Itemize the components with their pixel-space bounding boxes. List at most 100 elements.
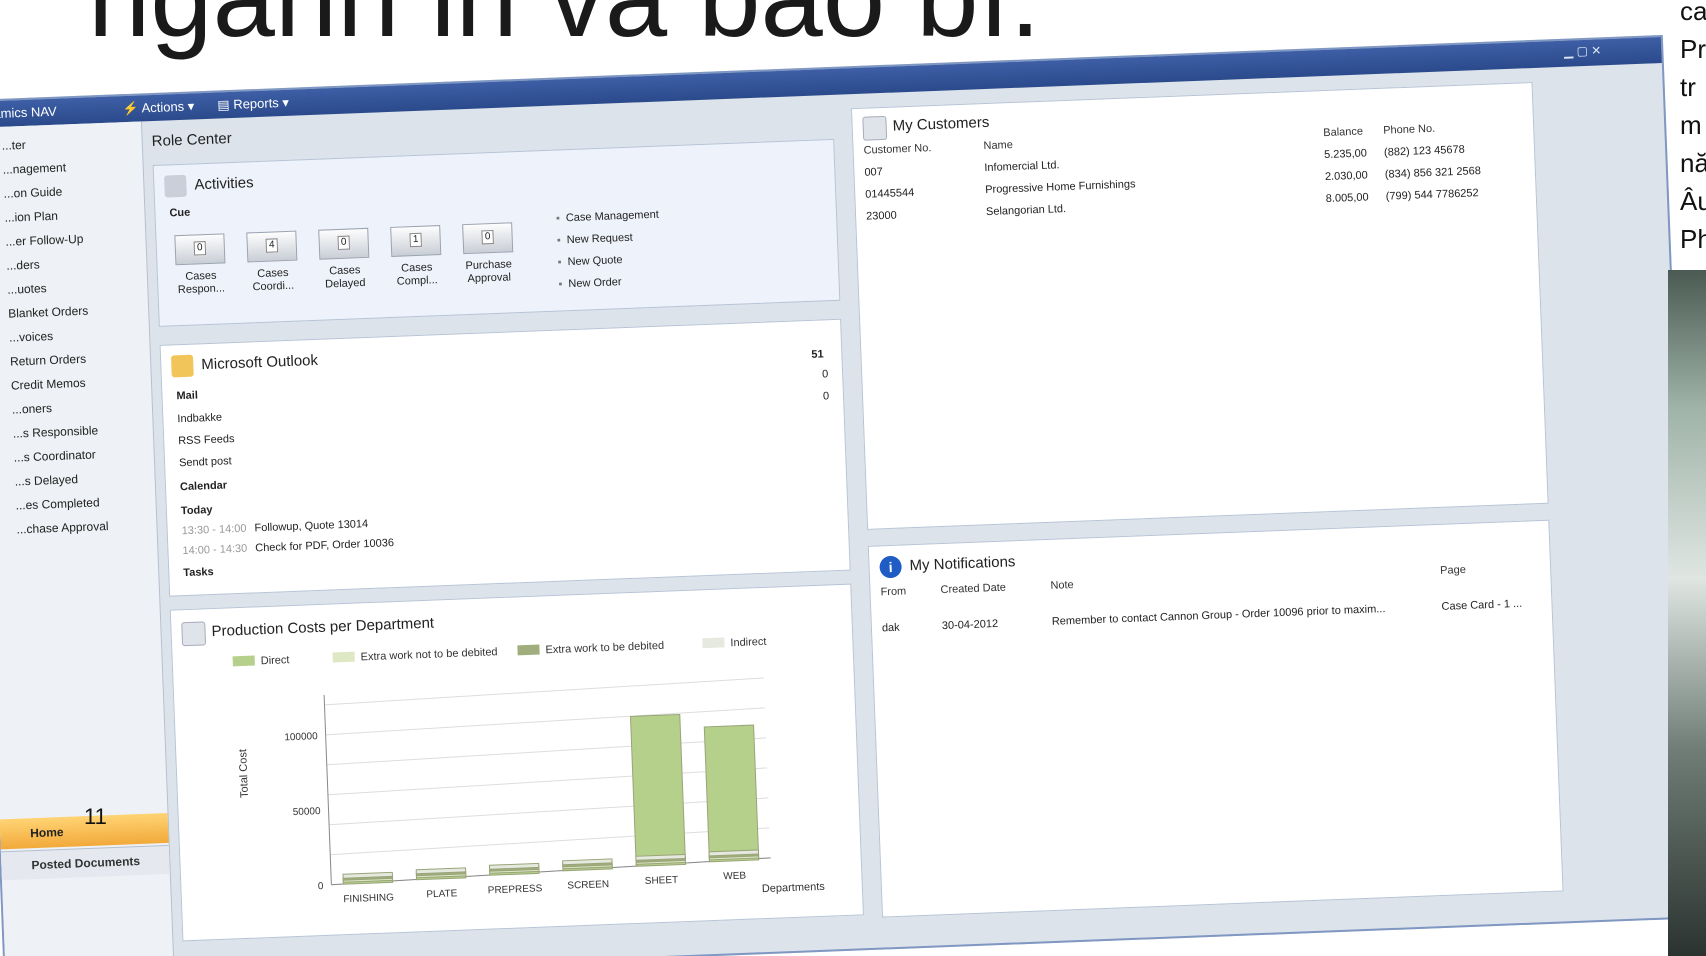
sidebar-item[interactable]: ...s Responsible [13, 423, 99, 440]
cue-count: 0 [193, 241, 207, 256]
x-tick-label: PREPRESS [488, 883, 543, 896]
activities-icon [164, 174, 187, 198]
event-time: 14:00 - 14:30 [182, 542, 248, 558]
customer-cell[interactable]: 5.235,00 [1324, 147, 1367, 161]
sidebar-item[interactable]: ...es Completed [15, 495, 100, 512]
info-icon: i [879, 555, 903, 579]
notification-cell[interactable]: Remember to contact Cannon Group - Order… [1052, 603, 1386, 628]
customer-cell[interactable]: Selangorian Ltd. [986, 203, 1067, 218]
sidebar-item[interactable]: Blanket Orders [8, 304, 89, 321]
legend-swatch [702, 637, 725, 649]
notifications-title: My Notifications [909, 553, 1016, 575]
calendar-event[interactable]: 14:00 - 14:30 Check for PDF, Order 10036 [182, 537, 394, 557]
customers-icon [862, 115, 888, 141]
notifications-column-header[interactable]: Note [1050, 579, 1074, 592]
notifications-column-header[interactable]: From [880, 585, 906, 598]
outlook-icon [170, 354, 194, 378]
customer-cell[interactable]: 8.005,00 [1326, 191, 1369, 205]
bullet-icon: ▪ [556, 234, 561, 247]
customer-cell[interactable]: 007 [864, 166, 883, 179]
right-text-line: ca [1680, 0, 1706, 26]
notifications-column-header[interactable]: Page [1440, 564, 1466, 577]
legend-label: Indirect [730, 636, 767, 649]
customer-cell[interactable]: 23000 [866, 210, 897, 223]
app-menu[interactable]: ...amics NAV [0, 104, 57, 122]
customers-column-header[interactable]: Customer No. [863, 142, 931, 157]
customer-cell[interactable]: (882) 123 45678 [1384, 144, 1465, 159]
y-tick-label: 100000 [284, 731, 318, 743]
calendar-event[interactable]: 13:30 - 14:00 Followup, Quote 13014 [181, 518, 368, 537]
sidebar-item[interactable]: ...s Coordinator [13, 447, 96, 464]
cue-tile[interactable]: 0 Purchase Approval [458, 222, 518, 286]
reports-menu[interactable]: ▤ Reports ▾ [217, 95, 289, 114]
mail-folder[interactable]: Indbakke [177, 412, 222, 426]
cue-tile[interactable]: 0 Cases Delayed [314, 227, 374, 292]
sidebar-item[interactable]: ...on Guide [3, 185, 62, 201]
sidebar-item[interactable]: ...ders [6, 257, 40, 272]
window-controls[interactable]: ▁ ▢ ✕ [1564, 43, 1602, 58]
sidebar-item[interactable]: ...ion Plan [4, 209, 58, 225]
sidebar-item[interactable]: ...nagement [2, 160, 66, 176]
slide-right-text: ca Pr tr m nă Âu Ph [1680, 0, 1706, 258]
actions-menu-label: Actions [141, 98, 185, 116]
sidebar-item[interactable]: Return Orders [10, 352, 87, 369]
right-text-line: Pr [1680, 34, 1706, 64]
event-time: 13:30 - 14:00 [181, 522, 247, 538]
action-link[interactable]: ▪ Case Management [556, 209, 659, 225]
legend-label: Extra work not to be debited [360, 646, 497, 663]
mail-folder[interactable]: RSS Feeds [178, 433, 235, 447]
x-tick-label: PLATE [426, 888, 458, 900]
sidebar-item[interactable]: ...oners [12, 401, 53, 417]
x-tick-label: SHEET [645, 875, 679, 887]
sidebar-item[interactable]: Credit Memos [11, 376, 86, 393]
customer-cell[interactable]: 01445544 [865, 187, 914, 201]
sidebar-item[interactable]: ...voices [9, 329, 54, 345]
notifications-column-header[interactable]: Created Date [940, 582, 1006, 597]
y-axis-label: Total Cost [237, 749, 251, 798]
sidebar-item[interactable]: ...s Delayed [14, 472, 78, 488]
cue-label: Cases Coordi... [252, 266, 295, 294]
cue-tile[interactable]: 0 Cases Respon... [170, 233, 230, 297]
cue-count: 4 [265, 238, 279, 253]
customer-cell[interactable]: Infomercial Ltd. [984, 159, 1060, 174]
customers-column-header[interactable]: Phone No. [1383, 123, 1435, 137]
sidebar-item[interactable]: ...uotes [7, 281, 47, 297]
right-text-line: Ph [1680, 224, 1706, 254]
mail-folder-count: 0 [822, 390, 830, 403]
chart-icon [181, 621, 207, 647]
customers-column-header[interactable]: Balance [1323, 126, 1363, 140]
right-text-line: nă [1680, 148, 1706, 178]
sidebar-item[interactable]: ...ter [2, 138, 27, 153]
notification-cell[interactable]: dak [882, 622, 900, 635]
sidebar-item[interactable]: ...er Follow-Up [5, 232, 84, 249]
actions-menu[interactable]: ⚡ Actions ▾ [122, 98, 194, 117]
posted-documents-button[interactable]: Posted Documents [0, 844, 170, 881]
legend-swatch [332, 651, 355, 663]
x-tick-label: FINISHING [343, 892, 394, 905]
grid-line [327, 767, 768, 796]
bullet-icon: ▪ [558, 278, 563, 291]
mail-folder-count: 0 [821, 368, 829, 381]
cue-tile[interactable]: 4 Cases Coordi... [242, 230, 302, 294]
sidebar-item[interactable]: ...chase Approval [16, 519, 109, 537]
action-link[interactable]: ▪ New Request [557, 232, 633, 247]
cue-stack-icon: 4 [246, 230, 298, 263]
role-center-title: Role Center [151, 129, 233, 151]
notification-cell[interactable]: 30-04-2012 [942, 618, 999, 632]
customer-cell[interactable]: 2.030,00 [1325, 169, 1368, 183]
customer-cell[interactable]: Progressive Home Furnishings [985, 178, 1136, 196]
notifications-panel: i My Notifications From Created Date Note P… [867, 519, 1564, 918]
customer-cell[interactable]: (834) 856 321 2568 [1385, 165, 1481, 181]
grid-line [326, 737, 767, 766]
home-label: Home [29, 824, 64, 841]
action-link[interactable]: ▪ New Quote [557, 254, 622, 268]
x-axis-label: Departments [762, 881, 826, 895]
customers-column-header[interactable]: Name [983, 139, 1013, 152]
customer-cell[interactable]: (799) 544 7786252 [1386, 187, 1479, 203]
notification-cell[interactable]: Case Card - 1 ... [1441, 598, 1522, 613]
chart-title: Production Costs per Department [211, 614, 435, 641]
cue-section-label: Cue [169, 206, 191, 220]
mail-folder[interactable]: Sendt post [179, 455, 232, 469]
action-link[interactable]: ▪ New Order [558, 276, 622, 290]
cue-tile[interactable]: 1 Cases Compl... [386, 225, 446, 289]
